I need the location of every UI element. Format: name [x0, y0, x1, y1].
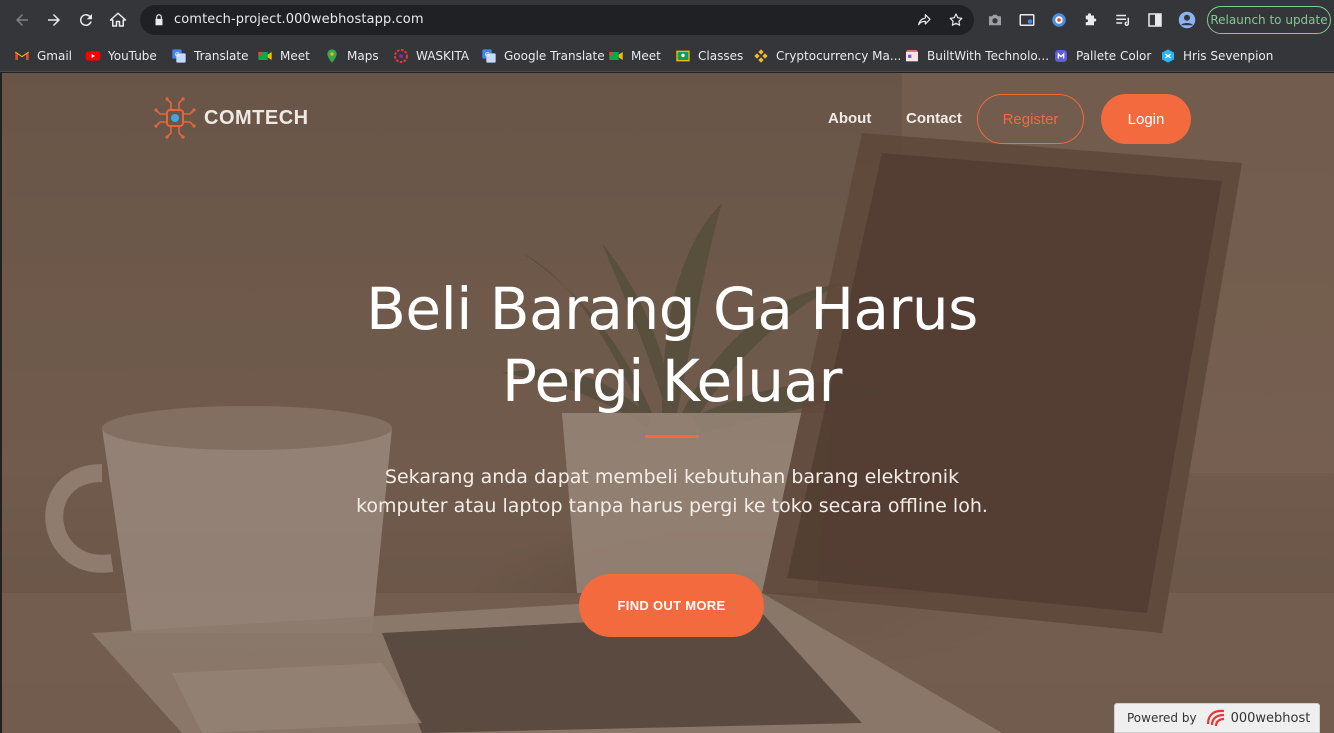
bookmark-star-icon[interactable] [948, 12, 964, 28]
forward-button[interactable] [42, 8, 66, 32]
back-button[interactable] [10, 8, 34, 32]
url-text: comtech-project.000webhostapp.com [174, 12, 424, 27]
powered-by-label: Powered by [1127, 711, 1197, 725]
nav-contact-link[interactable]: Contact [906, 110, 962, 127]
bookmark-hris-sevenpion[interactable]: Hris Sevenpion [1160, 47, 1273, 65]
bookmark-classes[interactable]: Classes [675, 47, 743, 65]
register-button[interactable]: Register [977, 94, 1084, 144]
reload-button[interactable] [74, 8, 98, 32]
screenshot-extension-button[interactable] [985, 10, 1005, 30]
powered-by-badge[interactable]: Powered by 000webhost [1114, 703, 1320, 733]
bookmark-builtwith[interactable]: BuiltWith Technolo... [904, 47, 1049, 65]
reload-icon [79, 14, 92, 27]
camera-icon [989, 14, 1001, 26]
site-logo[interactable]: COMTECH [152, 95, 312, 141]
meet-icon [258, 52, 272, 60]
puzzle-icon [1085, 13, 1097, 26]
bookmark-waskita[interactable]: WASKITA [393, 47, 469, 65]
find-out-more-button[interactable]: FIND OUT MORE [579, 574, 764, 637]
hero-title: Beli Barang Ga Harus Pergi Keluar [302, 273, 1042, 417]
bookmarks-bar: Gmail YouTube G Translate Meet Maps WASK… [0, 40, 1334, 72]
svg-text:G: G [175, 52, 180, 59]
cast-extension-button[interactable] [1017, 10, 1037, 30]
maps-icon [327, 49, 337, 63]
bookmark-gmail[interactable]: Gmail [14, 47, 72, 65]
address-bar[interactable]: comtech-project.000webhostapp.com [140, 5, 974, 35]
extensions-button[interactable] [1081, 10, 1101, 30]
hris-icon [1162, 49, 1174, 63]
page-viewport: COMTECH About Contact Register Login Bel… [2, 73, 1334, 733]
bookmark-google-translate[interactable]: G Google Translate [481, 47, 605, 65]
browser-toolbar: comtech-project.000webhostapp.com Relaun… [0, 0, 1334, 40]
relaunch-button[interactable]: Relaunch to update [1207, 6, 1331, 34]
bookmark-maps[interactable]: Maps [324, 47, 379, 65]
hero-subtitle-line-2: komputer atau laptop tanpa harus pergi k… [356, 495, 988, 517]
powered-by-brand: 000webhost [1230, 710, 1311, 726]
binance-icon [754, 49, 768, 63]
bookmark-meet-2[interactable]: Meet [608, 47, 661, 65]
translate-icon: G [482, 49, 496, 63]
brand-name: COMTECH [204, 106, 309, 129]
bookmark-translate[interactable]: G Translate [171, 47, 249, 65]
login-button[interactable]: Login [1101, 94, 1191, 144]
home-icon [109, 12, 127, 27]
000webhost-logo-icon [1206, 709, 1224, 727]
waskita-icon [394, 49, 408, 63]
arrow-left-icon [16, 14, 28, 26]
record-extension-button[interactable] [1049, 10, 1069, 30]
lock-icon [155, 14, 163, 26]
gmail-icon [15, 51, 29, 60]
bookmark-meet[interactable]: Meet [257, 47, 310, 65]
window-icon [1019, 14, 1035, 26]
hero-subtitle-line-1: Sekarang anda dapat membeli kebutuhan ba… [384, 466, 960, 488]
builtwith-icon [906, 50, 918, 62]
side-panel-button[interactable] [1145, 10, 1165, 30]
record-icon [1052, 13, 1066, 27]
avatar-icon [1178, 11, 1196, 29]
side-panel-icon [1148, 13, 1162, 27]
playlist-icon [1116, 14, 1129, 26]
hero-title-line-1: Beli Barang Ga Harus [366, 275, 978, 343]
profile-button[interactable] [1177, 10, 1197, 30]
bookmark-youtube[interactable]: YouTube [85, 47, 157, 65]
translate-icon: G [172, 49, 186, 63]
youtube-icon [85, 51, 101, 61]
classroom-icon [676, 50, 690, 62]
hero-title-line-2: Pergi Keluar [502, 347, 842, 415]
share-icon[interactable] [916, 12, 932, 28]
hero-divider [645, 435, 699, 438]
arrow-right-icon [48, 14, 60, 26]
svg-text:G: G [485, 52, 490, 59]
home-button[interactable] [106, 8, 130, 32]
mastodon-icon [1055, 50, 1067, 62]
chip-logo-icon [154, 97, 196, 139]
meet-icon [609, 52, 623, 60]
hero-subtitle: Sekarang anda dapat membeli kebutuhan ba… [322, 463, 1022, 521]
bookmark-pallete-color[interactable]: Pallete Color [1053, 47, 1151, 65]
reading-list-button[interactable] [1113, 10, 1133, 30]
nav-about-link[interactable]: About [828, 110, 871, 127]
bookmark-cryptocurrency[interactable]: Cryptocurrency Ma... [753, 47, 901, 65]
